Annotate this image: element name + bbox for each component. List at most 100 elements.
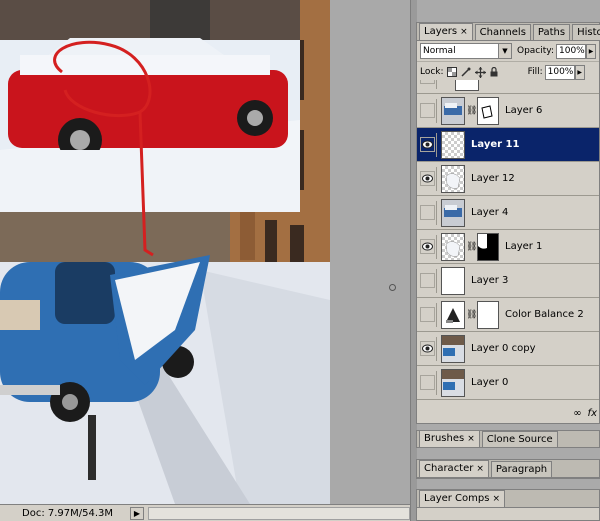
fill-input[interactable]: 100% xyxy=(544,64,575,80)
layer-thumbnail xyxy=(441,334,465,363)
blend-mode-value: Normal xyxy=(423,46,456,56)
tab-paragraph[interactable]: Paragraph xyxy=(490,461,553,477)
close-icon[interactable]: × xyxy=(467,434,475,444)
visibility-toggle[interactable] xyxy=(419,98,437,123)
brushes-panel-tabs: Brushes × Clone Source xyxy=(417,430,599,448)
layer-name[interactable]: Layer 0 copy xyxy=(471,343,535,354)
doc-size-info[interactable]: Doc: 7.97M/54.3M xyxy=(0,508,130,519)
layer-mask-thumbnail[interactable] xyxy=(477,300,499,329)
layer-thumbnail xyxy=(441,164,465,193)
lock-transparency-icon[interactable] xyxy=(447,67,458,78)
visibility-toggle[interactable] xyxy=(419,302,437,327)
eye-icon xyxy=(420,239,435,254)
layer-name[interactable]: Layer 6 xyxy=(505,105,542,116)
tab-label: Brushes xyxy=(424,433,465,444)
tab-layers[interactable]: Layers × xyxy=(419,23,473,40)
tab-label: Layers xyxy=(424,26,458,37)
tab-label: Character xyxy=(424,463,474,474)
layer-row[interactable]: Layer 4 xyxy=(417,196,599,230)
tab-clone-source[interactable]: Clone Source xyxy=(481,431,558,447)
layer-name[interactable]: Layer 12 xyxy=(471,173,515,184)
layer-row[interactable]: Layer 12 xyxy=(417,162,599,196)
visibility-toggle[interactable] xyxy=(419,336,437,361)
opacity-label: Opacity: xyxy=(517,46,554,56)
tab-label: Channels xyxy=(479,27,526,38)
layer-row[interactable]: Layer 11 xyxy=(417,128,599,162)
layer-mask-thumbnail[interactable] xyxy=(477,232,499,261)
lock-all-icon[interactable] xyxy=(489,67,500,78)
layer-name[interactable]: Layer 1 xyxy=(505,241,542,252)
layer-row[interactable]: ⛓ Color Balance 2 xyxy=(417,298,599,332)
close-icon[interactable]: × xyxy=(476,464,484,474)
lock-pixels-icon[interactable] xyxy=(461,67,472,78)
layer-name[interactable]: Layer 11 xyxy=(471,139,519,150)
layer-thumbnail xyxy=(441,266,465,295)
visibility-empty-icon xyxy=(420,375,435,390)
link-icon[interactable]: ⛓ xyxy=(466,242,477,252)
visibility-toggle[interactable] xyxy=(419,80,437,89)
tab-label: Clone Source xyxy=(486,434,553,445)
layer-name[interactable]: Layer 0 xyxy=(471,377,508,388)
visibility-toggle[interactable] xyxy=(419,268,437,293)
status-menu-arrow-icon[interactable]: ▶ xyxy=(130,506,144,520)
tab-brushes[interactable]: Brushes × xyxy=(419,430,480,447)
visibility-empty-icon xyxy=(420,103,435,118)
layer-row[interactable]: ⛓ Layer 6 xyxy=(417,94,599,128)
close-icon[interactable]: × xyxy=(460,27,468,37)
tab-paths[interactable]: Paths xyxy=(532,24,571,40)
lock-position-icon[interactable] xyxy=(474,66,486,78)
visibility-toggle[interactable] xyxy=(419,370,437,395)
lock-label: Lock: xyxy=(420,67,444,77)
panel-collapse-handle[interactable] xyxy=(389,284,396,291)
visibility-toggle[interactable] xyxy=(419,200,437,225)
eye-icon xyxy=(420,137,435,152)
link-icon[interactable]: ⛓ xyxy=(466,106,477,116)
blend-mode-select[interactable]: Normal ▼ xyxy=(420,43,512,59)
tab-label: History xyxy=(577,27,600,38)
layers-list[interactable]: ⛓ Layer 6 Layer 11 Layer 12 Layer 4 ⛓ Layer 1 L… xyxy=(417,80,599,422)
layer-row[interactable]: ⛓ Layer 1 xyxy=(417,230,599,264)
layer-thumbnail xyxy=(441,368,465,397)
layer-row-partial[interactable] xyxy=(417,80,599,94)
layers-panel-tabs: Layers× Channels Paths History xyxy=(417,23,600,41)
layer-row[interactable]: Layer 3 xyxy=(417,264,599,298)
close-icon[interactable]: × xyxy=(492,494,500,504)
layer-name[interactable]: Layer 3 xyxy=(471,275,508,286)
layer-mask-thumbnail[interactable] xyxy=(477,96,499,125)
opacity-arrow-icon[interactable]: ▶ xyxy=(586,43,596,59)
opacity-input[interactable]: 100% xyxy=(556,43,586,59)
canvas-pasteboard xyxy=(330,0,410,504)
fill-arrow-icon[interactable]: ▶ xyxy=(574,64,585,80)
visibility-toggle[interactable] xyxy=(419,166,437,191)
document-canvas[interactable] xyxy=(0,0,330,504)
layer-thumbnail xyxy=(441,130,465,159)
visibility-toggle[interactable] xyxy=(419,234,437,259)
fill-label: Fill: xyxy=(527,67,543,77)
document-image xyxy=(0,0,330,504)
layer-thumbnail xyxy=(455,80,479,91)
layer-style-icon[interactable]: fx xyxy=(588,408,597,419)
eye-icon xyxy=(420,341,435,356)
visibility-toggle[interactable] xyxy=(419,132,437,157)
horizontal-scrollbar[interactable] xyxy=(148,506,410,520)
visibility-empty-icon xyxy=(420,273,435,288)
status-bar: Doc: 7.97M/54.3M ▶ xyxy=(0,504,410,521)
tab-label: Paths xyxy=(537,27,566,38)
tab-layer-comps[interactable]: Layer Comps × xyxy=(419,490,506,507)
layer-comps-panel: Layer Comps × xyxy=(416,489,600,521)
layer-name[interactable]: Color Balance 2 xyxy=(505,309,584,320)
layer-name[interactable]: Layer 4 xyxy=(471,207,508,218)
layer-row[interactable]: Layer 0 copy xyxy=(417,332,599,366)
tab-history[interactable]: History xyxy=(572,24,600,40)
tab-label: Layer Comps xyxy=(424,493,490,504)
tab-character[interactable]: Character × xyxy=(419,460,489,477)
blend-options-row: Normal ▼ Opacity: 100% ▶ xyxy=(417,41,599,61)
layer-thumbnail xyxy=(441,96,465,125)
tab-channels[interactable]: Channels xyxy=(474,24,531,40)
visibility-empty-icon xyxy=(420,307,435,322)
layer-row[interactable]: Layer 0 xyxy=(417,366,599,400)
link-layers-icon[interactable]: ∞ xyxy=(573,408,581,419)
link-icon[interactable]: ⛓ xyxy=(466,310,477,320)
layer-thumbnail xyxy=(441,198,465,227)
character-panel: Character × Paragraph xyxy=(416,459,600,479)
